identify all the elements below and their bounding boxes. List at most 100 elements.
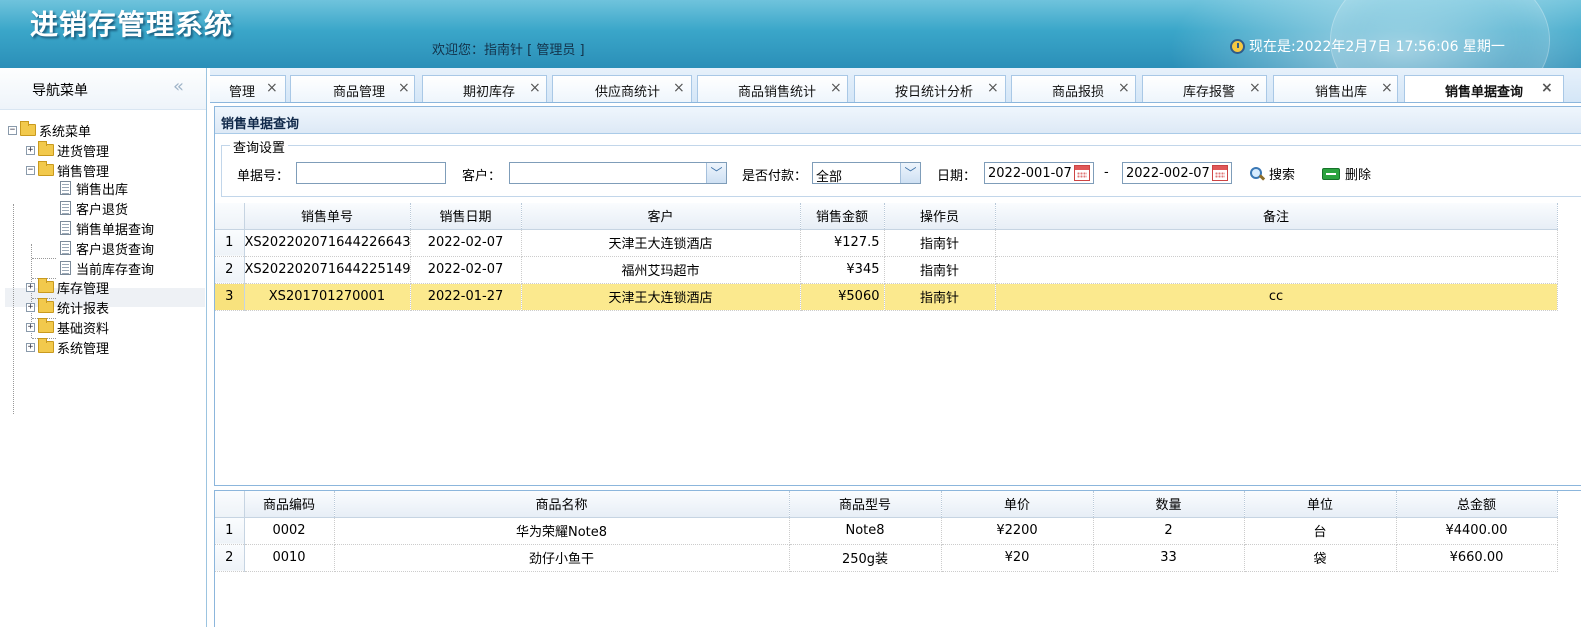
table-row[interactable]: 1 0002 华为荣耀Note8 Note8 ¥2200 2 台 ¥4400.0… [215, 517, 1558, 545]
column-header[interactable]: 销售金额 [800, 203, 885, 230]
sidebar-item-reports[interactable]: + 统计报表 [26, 298, 109, 317]
cell-price: ¥2200 [941, 517, 1094, 545]
expand-toggle-icon[interactable]: + [26, 145, 35, 155]
folder-open-icon [38, 161, 54, 176]
tab-sales-out[interactable]: 销售出库 × [1273, 75, 1398, 102]
sidebar-item-sales-bill-query[interactable]: 销售单据查询 [60, 219, 154, 238]
app-title: 进销存管理系统 [30, 8, 234, 41]
folder-icon [38, 298, 54, 313]
date-to-input[interactable]: 2022-002-07 [1122, 162, 1232, 184]
chevron-down-icon[interactable]: ﹀ [706, 163, 726, 183]
column-header[interactable]: 备注 [995, 203, 1558, 230]
cell-model: 250g装 [789, 544, 942, 572]
sidebar-item-inventory[interactable]: + 库存管理 [26, 278, 109, 297]
sidebar-item-stock-query[interactable]: 当前库存查询 [60, 259, 154, 278]
bill-no-input[interactable] [296, 162, 446, 184]
close-icon[interactable]: × [1541, 80, 1553, 96]
cell-remark [995, 256, 1558, 284]
sidebar-header: 导航菜单 « [0, 68, 206, 110]
calendar-icon[interactable] [1074, 165, 1090, 181]
sidebar-item-sales-out[interactable]: 销售出库 [60, 179, 129, 198]
column-header[interactable]: 商品型号 [789, 491, 942, 518]
sidebar-item-purchase[interactable]: + 进货管理 [26, 141, 110, 160]
column-header[interactable]: 单位 [1244, 491, 1397, 518]
close-icon[interactable]: × [1118, 80, 1130, 96]
close-icon[interactable]: × [830, 80, 842, 96]
expand-toggle-icon[interactable]: + [26, 282, 35, 292]
column-header[interactable]: 销售单号 [244, 203, 411, 230]
column-header[interactable]: 数量 [1093, 491, 1245, 518]
tab-sales-bill-query[interactable]: 销售单据查询 × [1404, 75, 1564, 102]
tree-root[interactable]: − 系统菜单 [8, 121, 91, 140]
sidebar-item-sales[interactable]: − 销售管理 [26, 161, 110, 180]
column-header[interactable]: 单价 [941, 491, 1094, 518]
cell-bill-no: XS2022020716442251496 [244, 256, 411, 284]
row-number: 3 [215, 283, 245, 311]
chevron-down-icon[interactable]: ﹀ [900, 163, 920, 183]
tab-stock-alarm[interactable]: 库存报警 × [1142, 75, 1267, 102]
collapse-sidebar-icon[interactable]: « [173, 76, 184, 97]
search-button[interactable]: 搜索 [1250, 164, 1295, 183]
tab-supplier-stats[interactable]: 供应商统计 × [552, 75, 692, 102]
tab-initial-stock[interactable]: 期初库存 × [422, 75, 547, 102]
column-header[interactable]: 客户 [521, 203, 801, 230]
delete-button[interactable]: 删除 [1322, 164, 1371, 183]
column-header[interactable]: 总金额 [1396, 491, 1558, 518]
date-from-input[interactable]: 2022-001-07 [984, 162, 1094, 184]
clock: 现在是:2022年2月7日 17:56:06 星期一 [1230, 36, 1505, 56]
close-icon[interactable]: × [398, 80, 410, 96]
date-to-value: 2022-002-07 [1126, 166, 1210, 181]
sidebar-item-basic-data[interactable]: + 基础资料 [26, 318, 109, 337]
close-icon[interactable]: × [1381, 80, 1393, 96]
customer-combobox[interactable]: ﹀ [509, 162, 727, 184]
close-icon[interactable]: × [266, 80, 278, 96]
folder-icon [38, 338, 54, 353]
sidebar-item-system[interactable]: + 系统管理 [26, 338, 109, 357]
header-globe-decoration [1330, 0, 1550, 68]
cell-name: 华为荣耀Note8 [334, 517, 790, 545]
sales-table: 销售单号 销售日期 客户 销售金额 操作员 备注 1 XS20220207164… [215, 203, 1558, 311]
close-icon[interactable]: × [987, 80, 999, 96]
tab-product-sales-stats[interactable]: 商品销售统计 × [697, 75, 848, 102]
sidebar-item-label: 进货管理 [57, 144, 110, 160]
bill-no-label: 单据号： [237, 169, 290, 184]
column-header[interactable]: 销售日期 [410, 203, 522, 230]
tab-daily-analysis[interactable]: 按日统计分析 × [854, 75, 1006, 102]
close-icon[interactable]: × [529, 80, 541, 96]
date-label: 日期： [937, 169, 977, 184]
column-header[interactable]: 操作员 [884, 203, 996, 230]
row-number: 2 [215, 256, 245, 284]
calendar-icon[interactable] [1212, 165, 1228, 181]
table-row[interactable]: 1 XS2022020716442266432 2022-02-07 天津王大连… [215, 229, 1558, 257]
column-header[interactable]: 商品名称 [334, 491, 790, 518]
sidebar-item-customer-return-query[interactable]: 客户退货查询 [60, 239, 154, 258]
tab-product-management[interactable]: 商品管理 × [290, 75, 415, 102]
sidebar-item-label: 销售出库 [76, 182, 129, 198]
document-icon [60, 241, 71, 255]
tab-product-loss[interactable]: 商品报损 × [1011, 75, 1136, 102]
cell-amount: ¥5060 [800, 283, 885, 311]
query-fieldset: 查询设置 单据号： 客户： ﹀ 是否付款： 全部 ﹀ 日期： 2022-001-… [221, 137, 1581, 197]
collapse-toggle-icon[interactable]: − [8, 125, 17, 135]
table-row[interactable]: 2 XS2022020716442251496 2022-02-07 福州艾玛超… [215, 256, 1558, 284]
tab-label: 期初库存 [463, 85, 516, 100]
tab-management[interactable]: 管理 × [210, 75, 286, 102]
close-icon[interactable]: × [1249, 80, 1261, 96]
column-header[interactable]: 商品编码 [244, 491, 335, 518]
cell-date: 2022-02-07 [410, 256, 522, 284]
cell-qty: 2 [1093, 517, 1245, 545]
cell-total: ¥4400.00 [1396, 517, 1558, 545]
close-icon[interactable]: × [673, 80, 685, 96]
tab-label: 商品销售统计 [738, 85, 817, 100]
table-row-selected[interactable]: 3 XS201701270001 2022-01-27 天津王大连锁酒店 ¥50… [215, 283, 1558, 311]
document-icon [60, 221, 71, 235]
sidebar-item-customer-return[interactable]: 客户退货 [60, 199, 128, 218]
expand-toggle-icon[interactable]: + [26, 322, 35, 332]
sidebar-item-label: 销售管理 [57, 164, 110, 180]
cell-customer: 福州艾玛超市 [521, 256, 801, 284]
expand-toggle-icon[interactable]: + [26, 302, 35, 312]
paid-combobox[interactable]: 全部 ﹀ [812, 162, 921, 185]
collapse-toggle-icon[interactable]: − [26, 165, 35, 175]
expand-toggle-icon[interactable]: + [26, 342, 35, 352]
table-row[interactable]: 2 0010 劲仔小鱼干 250g装 ¥20 33 袋 ¥660.00 [215, 544, 1558, 572]
